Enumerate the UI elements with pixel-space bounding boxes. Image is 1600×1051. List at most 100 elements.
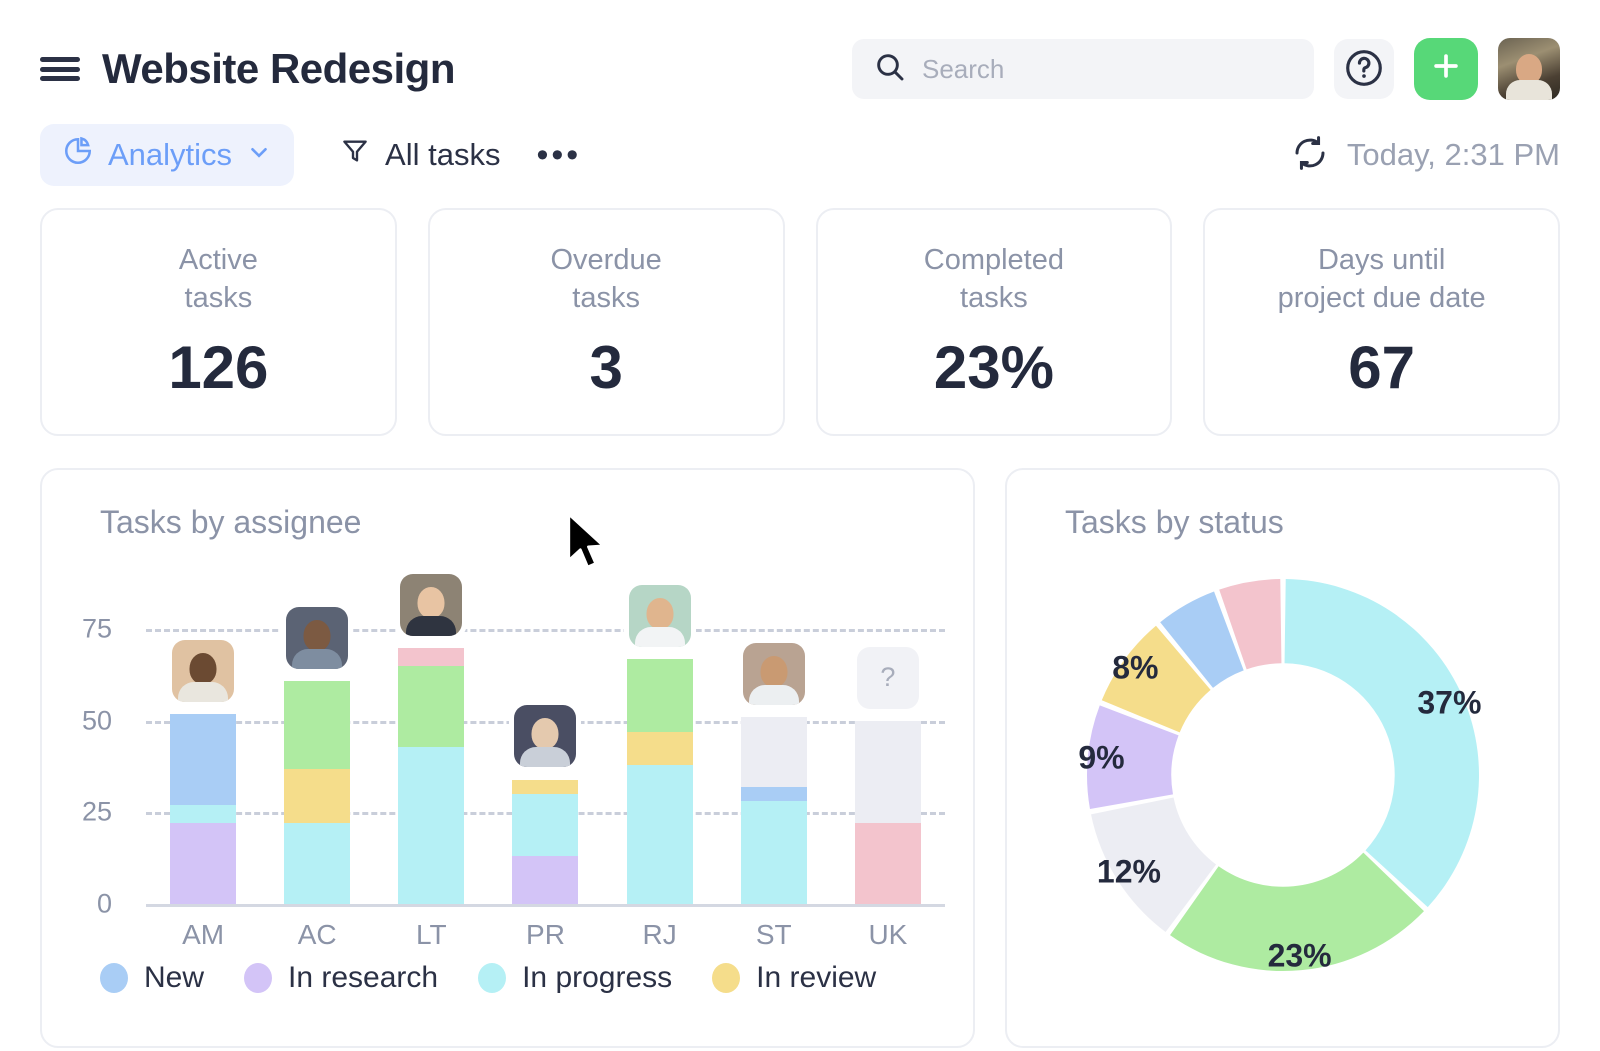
search-box[interactable] [852,39,1314,99]
x-axis-tick: LT [398,919,464,951]
stat-card-completed-tasks[interactable]: Completed tasks 23% [816,208,1173,436]
stat-card-active-tasks[interactable]: Active tasks 126 [40,208,397,436]
legend-color-dot [712,963,740,993]
avatar-ac[interactable] [286,607,348,669]
stat-value: 3 [589,333,622,402]
hamburger-icon[interactable] [40,54,80,84]
bar-segment[interactable] [512,794,578,856]
avatar-pr[interactable] [514,705,576,767]
top-bar-actions [852,38,1560,100]
x-axis-tick: ST [741,919,807,951]
bar-column-am[interactable] [170,551,236,904]
stat-value: 23% [934,333,1054,402]
donut-slice-label: 12% [1097,854,1161,891]
avatar-body [749,685,799,705]
stat-label: Overdue tasks [551,242,662,317]
bar-segment[interactable] [284,823,350,904]
panel-tasks-by-status: Tasks by status 37% 23% 12% 9% 8% [1005,468,1560,1048]
bar-segment[interactable] [627,732,693,765]
donut-slice-label: 9% [1078,739,1124,776]
more-options-button[interactable]: ••• [536,145,581,165]
bar-segment[interactable] [512,780,578,795]
bar-column-st[interactable] [741,551,807,904]
bar-column-lt[interactable] [398,551,464,904]
avatar[interactable] [1498,38,1560,100]
avatar-am[interactable] [172,640,234,702]
bar-column-ac[interactable] [284,551,350,904]
avatar-body [406,616,456,636]
avatar-unassigned[interactable]: ? [857,647,919,709]
donut-slice-label: 8% [1112,650,1158,687]
x-axis-tick: PR [512,919,578,951]
bar-column-rj[interactable] [627,551,693,904]
x-axis-tick: UK [855,919,921,951]
add-button[interactable] [1414,38,1478,100]
donut-slice[interactable] [1284,579,1478,907]
avatar-face [304,620,331,651]
bar-segment[interactable] [627,765,693,904]
legend-item-in-research[interactable]: In research [244,961,438,995]
stat-value: 67 [1348,333,1415,402]
bar-column-pr[interactable] [512,551,578,904]
stat-card-overdue-tasks[interactable]: Overdue tasks 3 [428,208,785,436]
funnel-icon [340,136,370,174]
bar-segment[interactable] [398,747,464,904]
bar-segment[interactable] [170,714,236,806]
avatar-face [418,587,445,618]
help-button[interactable] [1334,39,1394,99]
x-axis-line [146,904,945,907]
refresh-timestamp: Today, 2:31 PM [1347,137,1560,173]
x-axis-tick: RJ [627,919,693,951]
bar-segment[interactable] [398,648,464,666]
avatar-face [760,656,787,687]
legend-item-in-review[interactable]: In review [712,961,876,995]
top-bar: Website Redesign [40,0,1560,116]
bar-segment[interactable] [741,787,807,802]
avatar-lt[interactable] [400,574,462,636]
bar-segment[interactable] [398,666,464,747]
panel-tasks-by-assignee: Tasks by assignee 0255075?AMACLTPRRJSTUK… [40,468,975,1048]
bar-segment[interactable] [284,681,350,769]
stat-label: Active tasks [179,242,258,317]
legend-item-in-progress[interactable]: In progress [478,961,672,995]
bar-segment[interactable] [284,769,350,824]
legend-label: In research [288,961,438,995]
bar-stack [627,659,693,904]
page-title: Website Redesign [102,45,455,93]
last-refresh[interactable]: Today, 2:31 PM [1291,134,1560,177]
bar-segment[interactable] [512,856,578,904]
avatar-face [532,718,559,749]
plus-icon [1429,49,1463,90]
y-axis-tick: 50 [56,705,112,736]
avatar-body [520,747,570,767]
donut-slice-label: 23% [1268,938,1332,975]
bar-segment[interactable] [855,721,921,824]
bar-segment[interactable] [855,823,921,904]
legend-item-new[interactable]: New [100,961,204,995]
donut-slice-label: 37% [1417,684,1481,721]
search-icon [874,51,906,88]
bar-segment[interactable] [170,823,236,904]
bar-column-uk[interactable]: ? [855,551,921,904]
legend-color-dot [244,963,272,993]
bar-segment[interactable] [741,801,807,904]
legend-label: In progress [522,961,672,995]
view-selector-label: Analytics [108,137,232,173]
panel-title: Tasks by status [1007,504,1558,541]
avatar-face [646,598,673,629]
filter-all-tasks-button[interactable]: All tasks [340,136,500,174]
avatar-body [178,682,228,702]
view-selector-analytics[interactable]: Analytics [40,124,294,186]
bar-chart: 0255075?AMACLTPRRJSTUK [42,551,973,951]
stat-card-days-until-due[interactable]: Days until project due date 67 [1203,208,1560,436]
bar-segment[interactable] [170,805,236,823]
avatar-rj[interactable] [629,585,691,647]
bar-group: ? [146,551,945,904]
toolbar: Analytics All tasks ••• [40,116,1560,194]
bar-segment[interactable] [741,717,807,787]
legend-label: New [144,961,204,995]
avatar-st[interactable] [743,643,805,705]
x-axis-tick: AM [170,919,236,951]
bar-segment[interactable] [627,659,693,732]
search-input[interactable] [922,54,1292,85]
